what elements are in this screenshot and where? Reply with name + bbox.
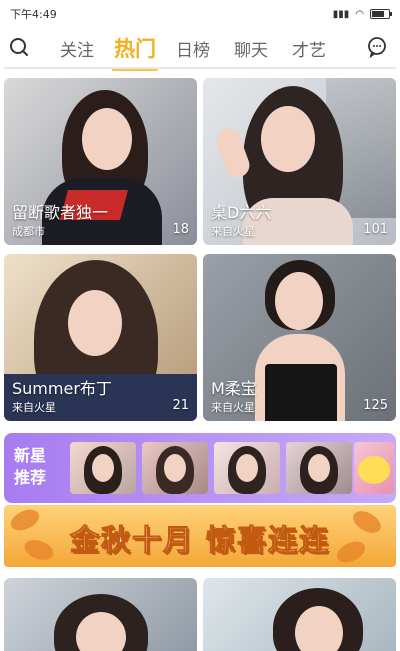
tab-chat[interactable]: 聊天 (222, 36, 280, 61)
card-location: 来自火星 (12, 401, 56, 414)
wifi-icon: ◠ (355, 8, 364, 20)
status-icons: ▮▮▮ ◠ (332, 8, 392, 20)
streamer-card[interactable]: Summer布丁 来自火星 21 (4, 254, 197, 421)
signal-icon: ▮▮▮ (332, 8, 350, 20)
card-location: 成都市 (12, 225, 45, 238)
new-star-thumb[interactable] (354, 442, 394, 494)
strip-label: 新星推荐 (14, 446, 47, 487)
card-viewer-count: 21 (172, 398, 189, 413)
card-location: 来自火星 (211, 225, 255, 238)
card-location: 来自火星 (211, 401, 255, 414)
status-bar: 下午4:49 ▮▮▮ ◠ (0, 0, 400, 28)
new-star-thumb[interactable] (286, 442, 352, 494)
new-star-thumb[interactable] (70, 442, 136, 494)
tab-hot[interactable]: 热门 (106, 33, 164, 71)
search-icon[interactable] (8, 36, 30, 58)
card-name: 留断歌者独一 (12, 203, 109, 222)
tab-talent[interactable]: 才艺 (280, 36, 338, 61)
tab-daily-rank[interactable]: 日榜 (164, 36, 222, 61)
nav-divider (4, 67, 396, 69)
tab-follow[interactable]: 关注 (48, 36, 106, 61)
top-nav: 关注 热门 日榜 聊天 才艺 (0, 30, 400, 71)
streamer-card[interactable] (203, 578, 396, 651)
new-star-thumb[interactable] (214, 442, 280, 494)
new-star-strip[interactable]: 新星推荐 (4, 433, 396, 503)
card-name: 桌D六六 (211, 203, 272, 222)
streamer-card[interactable]: 留断歌者独一 成都市 18 (4, 78, 197, 245)
streamer-card[interactable]: 桌D六六 来自火星 101 (203, 78, 396, 245)
card-viewer-count: 18 (172, 222, 189, 237)
status-time: 下午4:49 (10, 8, 57, 21)
gift-icon (358, 456, 390, 484)
banner-title: 金秋十月 惊喜连连 (69, 523, 331, 558)
streamer-card[interactable] (4, 578, 197, 651)
card-viewer-count: 101 (363, 222, 388, 237)
card-name: M柔宝 (211, 379, 257, 398)
battery-icon (370, 9, 392, 19)
card-viewer-count: 125 (363, 398, 388, 413)
tab-bar: 关注 热门 日榜 聊天 才艺 (48, 30, 338, 71)
chat-bubble-icon[interactable] (366, 36, 388, 58)
streamer-card[interactable]: M柔宝 来自火星 125 (203, 254, 396, 421)
promo-banner[interactable]: 金秋十月 惊喜连连 (4, 505, 396, 567)
card-name: Summer布丁 (12, 379, 112, 398)
new-star-thumb[interactable] (142, 442, 208, 494)
